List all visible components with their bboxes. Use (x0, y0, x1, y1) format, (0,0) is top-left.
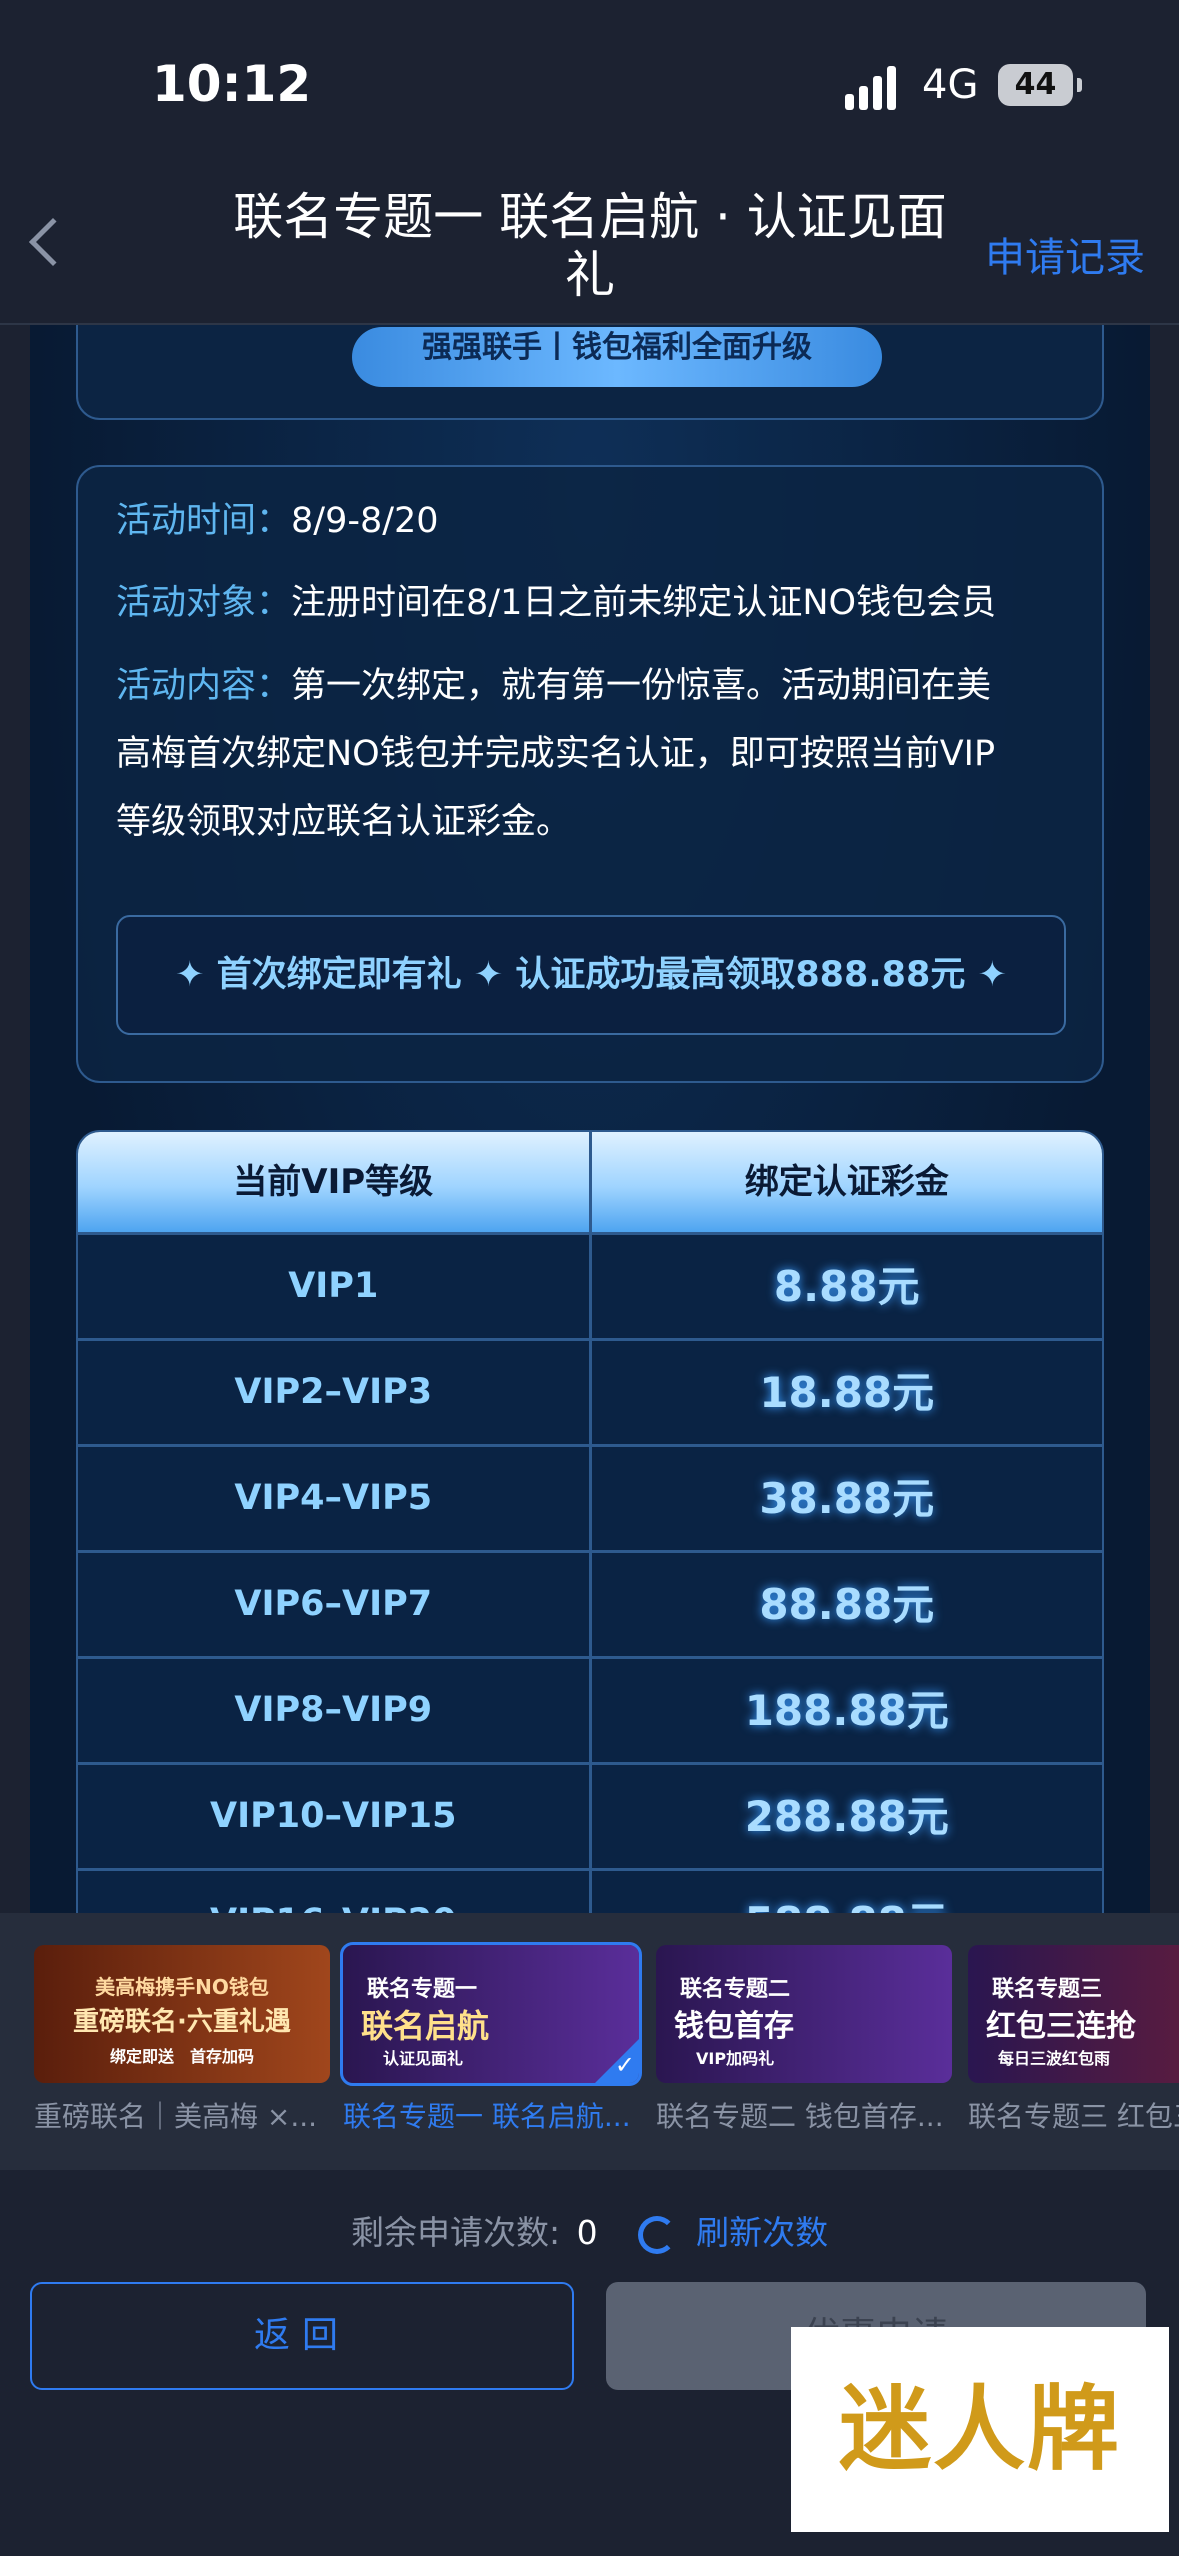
vip-level: VIP10–VIP15 (78, 1765, 592, 1868)
thumb-line1: 联名专题二 (680, 1977, 791, 2002)
thumb-caption: 联名专题二 钱包首存... (656, 2100, 944, 2133)
thumb-tag: 认证见面礼 (383, 2049, 464, 2068)
highlight-banner: ✦ 首次绑定即有礼 ✦ 认证成功最高领取888.88元 ✦ (116, 915, 1066, 1035)
activity-content-label: 活动内容： (116, 666, 292, 706)
status-bar: 10:12 4G 44 (0, 0, 1179, 160)
remaining-count: 剩余申请次数: 0 刷新次数 (0, 2206, 1179, 2254)
top-card: 强强联手丨钱包福利全面升级 (76, 325, 1104, 420)
table-row: VIP8–VIP9 188.88元 (78, 1656, 1102, 1762)
thumb-caption: 重磅联名｜美高梅 ×... (34, 2100, 318, 2133)
activity-time-label: 活动时间： (116, 501, 292, 541)
back-button[interactable]: 返回 (30, 2282, 574, 2390)
header-vip-level: 当前VIP等级 (78, 1132, 592, 1232)
table-row: VIP10–VIP15 288.88元 (78, 1762, 1102, 1868)
table-row: VIP2–VIP3 18.88元 (78, 1338, 1102, 1444)
table-row: VIP6–VIP7 88.88元 (78, 1550, 1102, 1656)
nav-bar: 联名专题一 联名启航 · 认证见面礼 申请记录 (0, 160, 1179, 325)
bonus-amount: 8.88元 (773, 1262, 920, 1311)
remaining-label: 剩余申请次数: (350, 2213, 561, 2252)
thumb-line1: 联名专题一 (367, 1977, 478, 2002)
table-row: VIP4–VIP5 38.88元 (78, 1444, 1102, 1550)
bonus-amount: 38.88元 (759, 1474, 935, 1523)
vip-level: VIP2–VIP3 (78, 1341, 592, 1444)
apply-records-link[interactable]: 申请记录 (985, 225, 1145, 283)
header-bonus: 绑定认证彩金 (744, 1162, 949, 1202)
watermark-logo: 迷人牌 (791, 2327, 1169, 2532)
table-row: VIP16–VIP20588.88元 (78, 1868, 1102, 1913)
thumb-partnership-image: 美高梅携手NO钱包 重磅联名·六重礼遇 绑定即送 首存加码 (34, 1945, 330, 2083)
vip-level: VIP4–VIP5 (78, 1447, 592, 1550)
bonus-amount: 288.88元 (744, 1792, 949, 1841)
thumb-tag2: 首存加码 (190, 2047, 255, 2066)
remaining-value: 0 (576, 2213, 598, 2252)
activity-target-label: 活动对象： (116, 583, 292, 623)
thumb-topic-2[interactable]: 联名专题二 钱包首存 VIP加码礼 联名专题二 钱包首存... (656, 1945, 952, 2135)
activity-time: 活动时间：8/9-8/20 (116, 487, 1076, 555)
activity-content-line2: 高梅首次绑定NO钱包并完成实名认证，即可按照当前VIP (116, 734, 996, 774)
table-header: 当前VIP等级 绑定认证彩金 (78, 1132, 1102, 1232)
vip-level: VIP6–VIP7 (78, 1553, 592, 1656)
thumb-line1: 美高梅携手NO钱包 (95, 1975, 269, 1999)
thumb-tag: 每日三波红包雨 (998, 2049, 1111, 2068)
activity-content: 活动内容：第一次绑定，就有第一份惊喜。活动期间在美 高梅首次绑定NO钱包并完成实… (116, 652, 1076, 856)
page-title: 联名专题一 联名启航 · 认证见面礼 (233, 188, 947, 304)
thumb-tags: 绑定即送 首存加码 (34, 2043, 330, 2067)
thumb-line2: 联名启航 (361, 2007, 490, 2045)
thumb-topic-1-image: 联名专题一 联名启航 认证见面礼 ✓ (340, 1942, 642, 2086)
network-type: 4G (922, 62, 979, 108)
thumb-line1: 联名专题三 (992, 1977, 1103, 2002)
bonus-amount: 88.88元 (759, 1580, 935, 1629)
top-pill: 强强联手丨钱包福利全面升级 (352, 327, 882, 387)
refresh-count-link[interactable]: 刷新次数 (696, 2213, 828, 2252)
refresh-icon[interactable] (638, 2215, 677, 2254)
activity-content-line1: 第一次绑定，就有第一份惊喜。活动期间在美 (291, 666, 992, 706)
activity-target: 活动对象：注册时间在8/1日之前未绑定认证NO钱包会员 (116, 569, 1076, 637)
signal-icon (845, 66, 905, 110)
content-scroll[interactable]: 强强联手丨钱包福利全面升级 活动时间：8/9-8/20 活动对象：注册时间在8/… (30, 325, 1150, 1913)
activity-time-value: 8/9-8/20 (291, 501, 439, 541)
thumb-caption: 联名专题三 红包三连抢 (968, 2100, 1179, 2133)
battery-icon: 44 (998, 64, 1082, 106)
thumb-topic-3[interactable]: 联名专题三 红包三连抢 每日三波红包雨 联名专题三 红包三连抢 (968, 1945, 1179, 2135)
bonus-amount: 188.88元 (744, 1686, 949, 1735)
vip-level: VIP16–VIP20 (78, 1871, 592, 1913)
clock: 10:12 (152, 55, 312, 113)
thumb-line2: 重磅联名·六重礼遇 (73, 2007, 291, 2037)
thumb-partnership[interactable]: 美高梅携手NO钱包 重磅联名·六重礼遇 绑定即送 首存加码 重磅联名｜美高梅 ×… (34, 1945, 330, 2135)
vip-level: VIP8–VIP9 (78, 1659, 592, 1762)
thumb-tag: 绑定即送 (109, 2047, 174, 2066)
info-card: 活动时间：8/9-8/20 活动对象：注册时间在8/1日之前未绑定认证NO钱包会… (76, 465, 1104, 1083)
thumb-topic-3-image: 联名专题三 红包三连抢 每日三波红包雨 (968, 1945, 1179, 2083)
thumb-caption: 联名专题一 联名启航... (343, 2100, 631, 2133)
promo-thumbnail-strip[interactable]: 美高梅携手NO钱包 重磅联名·六重礼遇 绑定即送 首存加码 重磅联名｜美高梅 ×… (0, 1913, 1179, 2170)
bonus-table: 当前VIP等级 绑定认证彩金 VIP1 8.88元 VIP2–VIP3 18.88元… (76, 1130, 1104, 1913)
thumb-tag: VIP加码礼 (696, 2049, 775, 2068)
activity-target-value: 注册时间在8/1日之前未绑定认证NO钱包会员 (291, 583, 997, 623)
thumb-line2: 钱包首存 (674, 2009, 794, 2044)
thumb-line2: 红包三连抢 (986, 2009, 1136, 2044)
thumb-topic-1[interactable]: 联名专题一 联名启航 认证见面礼 ✓ 联名专题一 联名启航... (340, 1942, 642, 2135)
bonus-amount: 588.88元 (592, 1871, 1103, 1913)
bonus-amount: 18.88元 (759, 1368, 935, 1417)
vip-level: VIP1 (78, 1235, 592, 1338)
table-row: VIP1 8.88元 (78, 1232, 1102, 1338)
back-chevron-icon[interactable] (28, 217, 78, 267)
activity-content-line3: 等级领取对应联名认证彩金。 (116, 802, 572, 842)
thumb-topic-2-image: 联名专题二 钱包首存 VIP加码礼 (656, 1945, 952, 2083)
